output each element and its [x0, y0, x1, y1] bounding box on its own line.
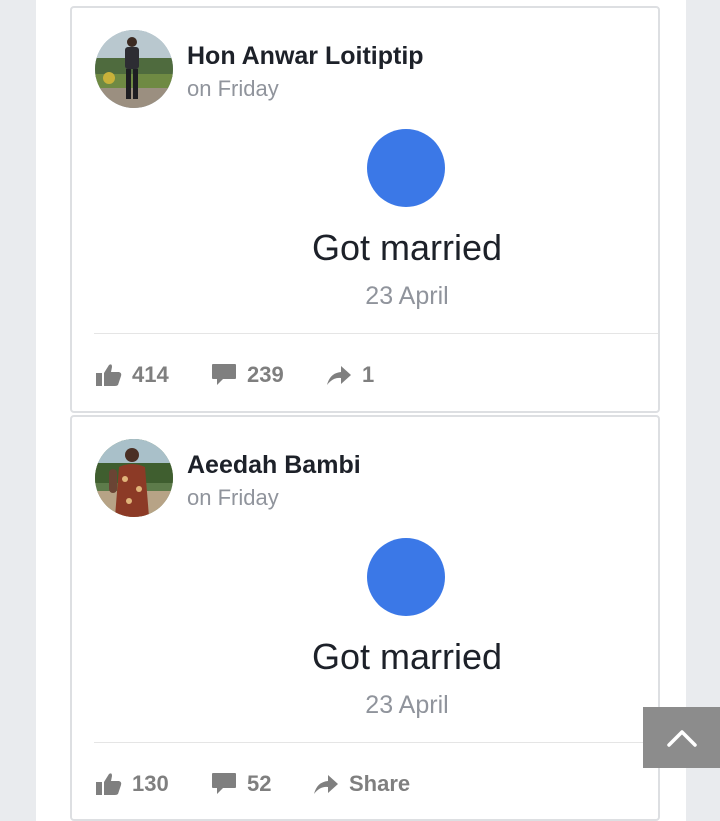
event-title: Got married: [311, 636, 503, 677]
comment-button[interactable]: 52: [211, 771, 313, 797]
comment-icon: [212, 364, 236, 385]
author-name[interactable]: Hon Anwar Loitiptip: [187, 42, 424, 71]
event-date: 23 April: [365, 691, 449, 719]
like-button[interactable]: 414: [96, 362, 211, 388]
author-name[interactable]: Aeedah Bambi: [187, 451, 361, 480]
post-time[interactable]: on Friday: [187, 485, 279, 511]
life-event-icon: [367, 129, 445, 207]
comment-count: 52: [247, 771, 272, 796]
scroll-to-top-button[interactable]: [643, 707, 720, 768]
like-count: 130: [132, 771, 169, 796]
like-icon: [96, 773, 122, 795]
divider: [94, 742, 658, 743]
action-bar: 414 239 1: [96, 360, 374, 390]
comment-count: 239: [247, 362, 284, 387]
share-button[interactable]: 1: [326, 362, 374, 388]
post-time[interactable]: on Friday: [187, 76, 279, 102]
life-event-post: Hon Anwar Loitiptip on Friday Got marrie…: [70, 6, 660, 413]
share-count: 1: [362, 362, 375, 387]
comment-icon: [212, 773, 236, 794]
share-icon: [327, 366, 351, 385]
share-label: Share: [349, 771, 411, 796]
like-button[interactable]: 130: [96, 771, 211, 797]
comment-button[interactable]: 239: [211, 362, 326, 388]
divider: [94, 333, 658, 334]
avatar[interactable]: [95, 439, 173, 517]
share-button[interactable]: Share: [313, 771, 410, 797]
event-title: Got married: [311, 227, 503, 268]
share-icon: [314, 775, 338, 794]
like-icon: [96, 364, 122, 386]
action-bar: 130 52 Share: [96, 769, 410, 799]
chevron-up-icon: [666, 729, 697, 747]
event-date: 23 April: [365, 282, 449, 310]
life-event-post: Aeedah Bambi on Friday Got married 23 Ap…: [70, 415, 660, 821]
life-event-icon: [367, 538, 445, 616]
like-count: 414: [132, 362, 169, 387]
avatar[interactable]: [95, 30, 173, 108]
